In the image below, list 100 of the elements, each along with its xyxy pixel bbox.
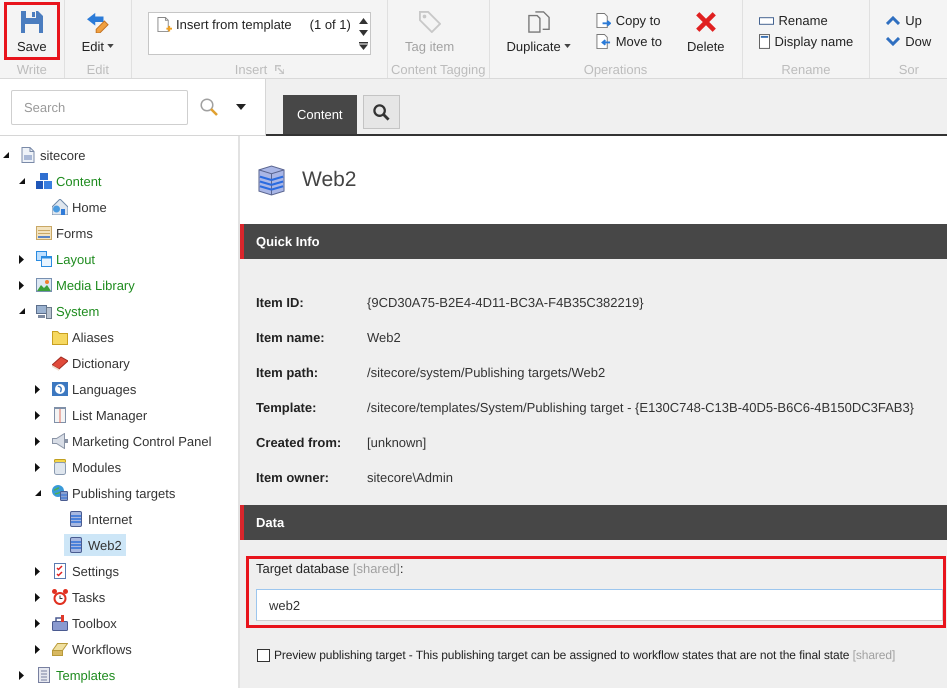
tree-item[interactable]: Home <box>48 196 111 218</box>
new-document-icon <box>157 17 172 32</box>
group-label: Sor <box>898 62 919 76</box>
checklist-icon <box>52 563 68 579</box>
jar-icon <box>52 459 68 475</box>
gallery-item[interactable]: Insert from template (1 of 1) <box>149 13 357 34</box>
cross-icon <box>694 11 717 33</box>
text-box-icon <box>758 16 774 24</box>
tree-item[interactable]: Content <box>32 170 106 192</box>
expand-arrow-icon[interactable] <box>35 644 40 654</box>
scroll-up-icon[interactable] <box>358 18 368 24</box>
duplicate-button[interactable]: Duplicate <box>494 2 584 60</box>
expand-arrow-icon[interactable] <box>35 384 40 394</box>
expand-arrow-icon[interactable] <box>19 670 24 680</box>
collapse-arrow-icon[interactable] <box>19 308 25 314</box>
expand-arrow-icon[interactable] <box>35 592 40 602</box>
field-value: {9CD30A75-B2E4-4D11-BC3A-F4B35C382219} <box>367 295 644 310</box>
tree-item[interactable]: Dictionary <box>48 352 134 374</box>
expand-arrow-icon[interactable] <box>19 280 24 290</box>
house-icon <box>52 199 68 215</box>
tree-item[interactable]: Marketing Control Panel <box>48 430 216 452</box>
tree-item[interactable]: List Manager <box>48 404 152 426</box>
tray-icon <box>52 641 68 657</box>
expand-arrow-icon[interactable] <box>35 462 40 472</box>
globe-database-icon <box>52 485 68 501</box>
move-to-button[interactable]: Move to <box>592 31 666 52</box>
tree-item[interactable]: Aliases <box>48 326 118 348</box>
tree-item[interactable]: Templates <box>32 664 120 686</box>
checkbox[interactable] <box>257 648 270 662</box>
item-title: Web2 <box>302 168 356 192</box>
collapse-arrow-icon[interactable] <box>35 490 41 496</box>
down-button[interactable]: Dow <box>882 31 936 52</box>
expand-gallery-icon[interactable] <box>358 42 368 50</box>
pencil-arrow-icon <box>86 11 109 33</box>
search-icon <box>372 104 390 120</box>
tree-item[interactable]: Web2 <box>64 534 126 556</box>
field-label: Item path: <box>256 365 320 380</box>
group-label: Rename <box>781 62 830 76</box>
tree-item[interactable]: Forms <box>32 222 97 244</box>
tree-item[interactable]: Workflows <box>48 638 136 660</box>
display-name-button[interactable]: Display name <box>754 31 858 52</box>
edit-button[interactable]: Edit <box>68 2 128 60</box>
database-icon <box>68 511 84 527</box>
collapse-arrow-icon[interactable] <box>3 152 9 158</box>
dropdown-button[interactable] <box>236 104 246 110</box>
caret-icon <box>236 104 246 110</box>
collapse-arrow-icon[interactable] <box>19 178 25 184</box>
rename-button[interactable]: Rename <box>754 10 858 31</box>
tree-item[interactable]: Publishing targets <box>48 482 180 504</box>
documents-icon <box>528 11 550 33</box>
field-value: /sitecore/templates/System/Publishing target - {E130C748-C13B-40D5-B6C6-4B150DC3FAB3} <box>367 400 914 415</box>
panel-icon <box>758 34 770 49</box>
folder-icon <box>52 329 68 345</box>
tree-item[interactable]: Modules <box>48 456 126 478</box>
expand-arrow-icon[interactable] <box>35 436 40 446</box>
section-header[interactable]: Data <box>240 505 947 540</box>
delete-button[interactable]: Delete <box>674 2 738 60</box>
tree-item[interactable]: System <box>32 300 104 322</box>
field-value: /sitecore/system/Publishing targets/Web2 <box>367 365 606 380</box>
save-icon <box>20 11 43 33</box>
copy-to-button[interactable]: Copy to <box>592 10 666 31</box>
content-tab[interactable]: Content <box>283 95 357 134</box>
group-label: Operations <box>584 62 648 76</box>
move-icon <box>596 34 611 49</box>
expand-arrow-icon[interactable] <box>19 254 24 264</box>
document-lines-icon <box>36 667 52 683</box>
tree-item[interactable]: Internet <box>64 508 136 530</box>
chevron-up-icon <box>886 16 900 25</box>
text-input[interactable]: web2 <box>256 589 943 621</box>
field-label: Item ID: <box>256 295 305 310</box>
tree-item[interactable]: Languages <box>48 378 140 400</box>
expand-arrow-icon[interactable] <box>35 618 40 628</box>
search-button[interactable] <box>200 98 218 116</box>
group-label: Content Tagging <box>391 62 486 76</box>
tree-item[interactable]: Tasks <box>48 586 110 608</box>
megaphone-icon <box>52 433 68 449</box>
search-field[interactable]: Search <box>11 90 188 124</box>
tree-item[interactable]: sitecore <box>16 144 90 166</box>
checkbox-label: Preview publishing target - This publishing target can be assigned to workflow states that are not the final state [shared] <box>274 648 896 662</box>
field-label: Template: <box>256 400 318 415</box>
search-tab[interactable] <box>362 95 400 129</box>
up-button[interactable]: Up <box>882 10 936 31</box>
chevron-down-icon <box>886 37 900 46</box>
save-button[interactable]: Save <box>4 2 60 60</box>
field-label: Item name: <box>256 330 326 345</box>
group-label: Insert <box>234 62 268 76</box>
tree-item[interactable]: Toolbox <box>48 612 121 634</box>
picture-icon <box>36 277 52 293</box>
tree-item[interactable]: Settings <box>48 560 123 582</box>
toolbox-icon <box>52 615 68 631</box>
field-value: sitecore\Admin <box>367 470 453 485</box>
expand-arrow-icon[interactable] <box>35 566 40 576</box>
group-label: Edit <box>86 62 110 76</box>
book-icon <box>52 355 68 371</box>
scroll-down-icon[interactable] <box>358 30 368 36</box>
section-header[interactable]: Quick Info <box>240 224 947 259</box>
tree-item[interactable]: Layout <box>32 248 100 270</box>
tree-item[interactable]: Media Library <box>32 274 139 296</box>
expand-arrow-icon[interactable] <box>35 410 40 420</box>
field-label: Item owner: <box>256 470 330 485</box>
